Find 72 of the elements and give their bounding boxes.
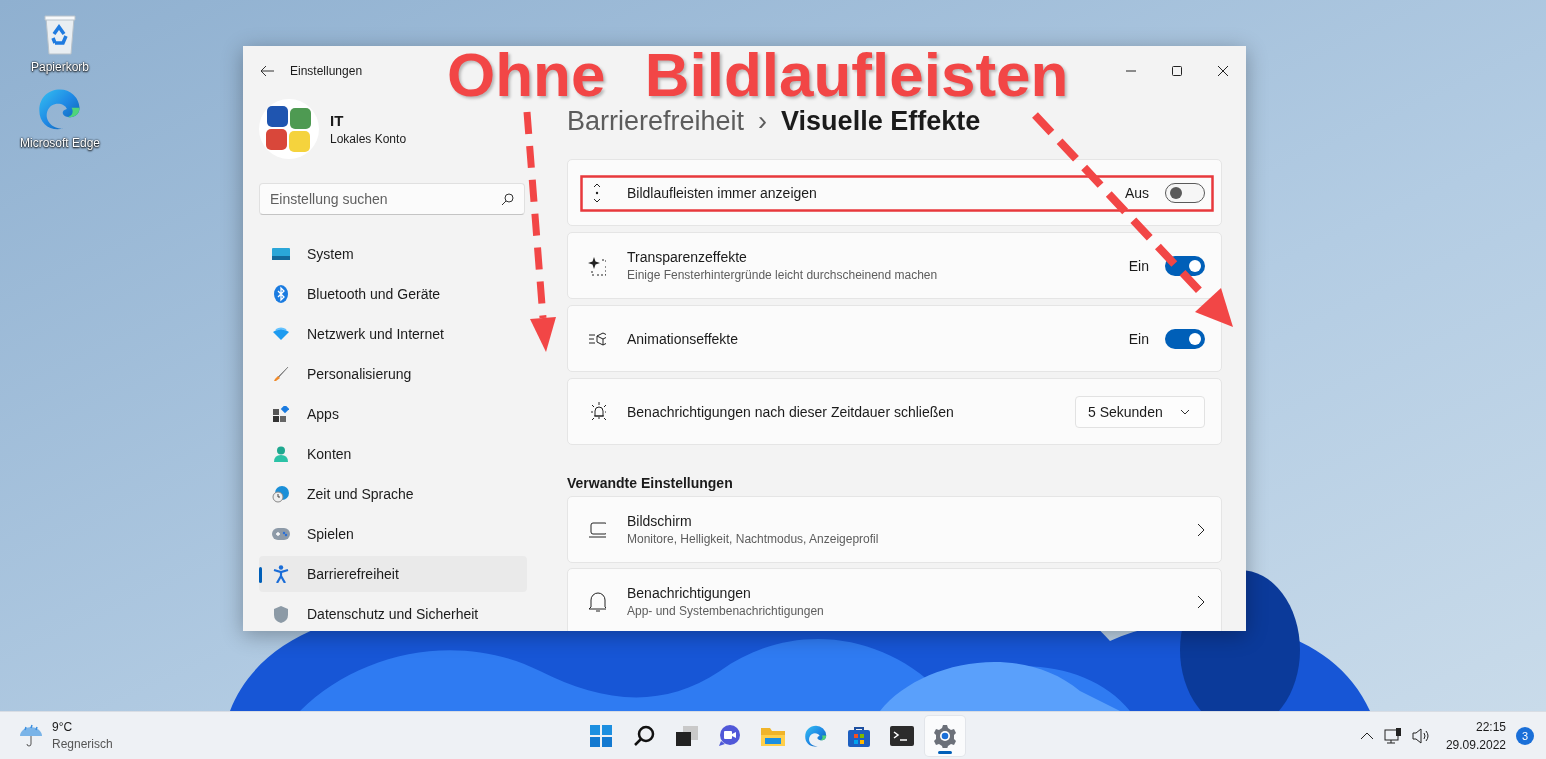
search-icon[interactable] — [633, 724, 655, 747]
related-setting-card[interactable]: Bildschirm Monitore, Helligkeit, Nachtmodus, Anzeigeprofil — [567, 496, 1222, 563]
chevron-right-icon — [1197, 522, 1205, 537]
rain-umbrella-icon — [18, 722, 44, 749]
close-button[interactable] — [1217, 65, 1229, 77]
section-heading: Verwandte Einstellungen — [567, 475, 734, 491]
chevron-down-icon — [1180, 408, 1190, 415]
setting-description: Einige Fensterhintergründe leicht durchscheinend machen — [627, 268, 939, 282]
temperature: 9°C — [52, 720, 74, 734]
network-icon[interactable] — [1383, 726, 1402, 745]
nav-item[interactable]: Datenschutz und Sicherheit — [259, 596, 527, 631]
maximize-button[interactable] — [1171, 65, 1183, 77]
setting-label: Bildlaufleisten immer anzeigen — [627, 184, 818, 201]
folder-icon[interactable] — [761, 725, 785, 746]
clock[interactable]: 22:15 29.09.2022 — [1445, 719, 1506, 752]
breadcrumb-link[interactable]: Barrierefreiheit — [567, 106, 745, 137]
nav-item[interactable]: System — [259, 236, 527, 272]
chat-icon[interactable] — [718, 724, 742, 747]
chevron-right-icon — [1197, 594, 1205, 609]
sparkle-frame-icon — [588, 255, 606, 276]
person-icon — [273, 446, 289, 462]
breadcrumb-separator: › — [758, 106, 768, 137]
bluetooth-icon — [274, 285, 288, 303]
nav-item[interactable]: Netzwerk und Internet — [259, 316, 527, 352]
weather-condition: Regnerisch — [52, 737, 113, 751]
toggle-state-label: Aus — [1124, 184, 1149, 201]
search-field[interactable]: Einstellung suchen — [259, 183, 525, 215]
annotation-title: Ohne Bildlaufleisten — [447, 44, 1069, 106]
apps-icon — [273, 406, 289, 422]
nav-item[interactable]: Bluetooth und Geräte — [259, 276, 527, 312]
wifi-icon — [272, 327, 290, 341]
globe-clock-icon — [272, 485, 290, 503]
brush-icon — [273, 366, 289, 382]
terminal-icon[interactable] — [890, 725, 914, 746]
nav-item[interactable]: Konten — [259, 436, 527, 472]
search-icon — [501, 193, 514, 206]
account-type: Lokales Konto — [330, 132, 407, 146]
toggle-switch[interactable] — [1165, 182, 1205, 203]
nav-item[interactable]: Zeit und Sprache — [259, 476, 527, 512]
chevron-up-icon[interactable] — [1359, 731, 1374, 740]
gear-icon[interactable] — [933, 723, 957, 748]
account-name: IT — [330, 112, 345, 129]
window-title: Einstellungen — [290, 64, 364, 78]
bell-timer-icon — [588, 400, 606, 423]
toggle-switch[interactable] — [1165, 328, 1205, 349]
bell-icon — [588, 590, 606, 613]
monitor-icon — [272, 247, 290, 261]
back-icon[interactable] — [260, 65, 274, 77]
start-icon[interactable] — [590, 724, 612, 747]
scroll-arrows-icon — [591, 181, 603, 204]
edge-icon — [804, 723, 828, 748]
laptop-icon — [588, 521, 606, 538]
volume-icon[interactable] — [1411, 727, 1430, 744]
nav-item[interactable]: Barrierefreiheit — [259, 556, 527, 592]
store-bag-icon[interactable] — [848, 724, 870, 747]
gamepad-icon — [272, 528, 290, 540]
setting-label: Benachrichtigungen nach dieser Zeitdauer schließen — [627, 403, 955, 420]
dropdown[interactable]: 5 Sekunden — [1075, 395, 1205, 428]
setting-label: Transparenzeffekte — [627, 249, 748, 265]
shield-icon — [273, 605, 289, 623]
accessibility-icon — [273, 565, 289, 583]
nav-item[interactable]: Personalisierung — [259, 356, 527, 392]
nav-item[interactable]: Spielen — [259, 516, 527, 552]
animation-cube-icon — [588, 330, 606, 347]
notification-badge[interactable]: 3 — [1516, 726, 1534, 745]
toggle-state-label: Ein — [1128, 330, 1149, 347]
toggle-state-label: Ein — [1128, 257, 1149, 274]
page-title: Visuelle Effekte — [781, 106, 981, 137]
nav-item[interactable]: Apps — [259, 396, 527, 432]
setting-label: Animationseffekte — [627, 330, 740, 347]
task-view-icon[interactable] — [676, 725, 698, 746]
related-setting-card[interactable]: Benachrichtigungen App- und Systembenachrichtigungen — [567, 568, 1222, 631]
